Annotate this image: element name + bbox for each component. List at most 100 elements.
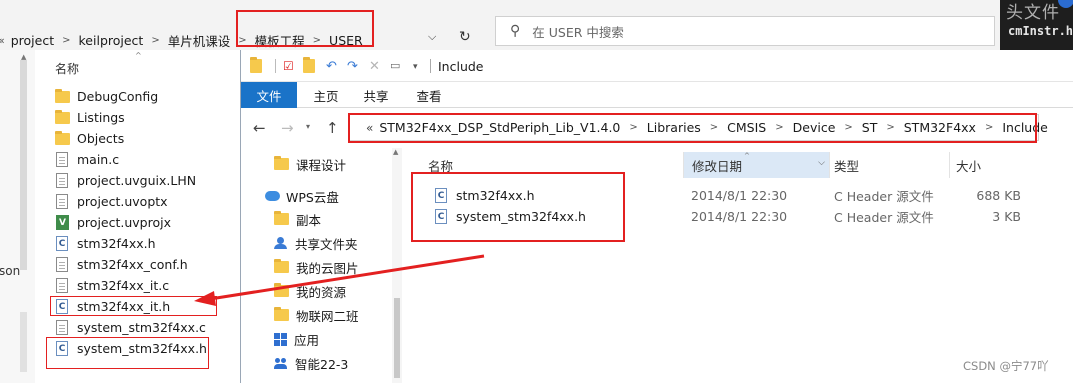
file-size: 3 KB: [992, 209, 1021, 224]
breadcrumb-item-project[interactable]: project: [11, 33, 54, 48]
document-icon: [56, 278, 68, 293]
column-header-name[interactable]: 名称: [55, 60, 79, 77]
search-icon: ⚲: [510, 23, 521, 39]
rename-icon[interactable]: ▭: [390, 59, 400, 72]
nav-item-shared-folder[interactable]: 共享文件夹: [274, 233, 358, 253]
file-date: 2014/8/1 22:30: [691, 188, 788, 203]
nav-item-label: WPS云盘: [286, 189, 339, 205]
tab-home[interactable]: 主页: [301, 82, 351, 108]
breadcrumb-item-keilproject[interactable]: keilproject: [79, 33, 144, 48]
document-icon: [56, 320, 68, 335]
scrollbar-thumb[interactable]: [394, 298, 400, 378]
nav-item-label: 副本: [296, 212, 322, 228]
document-icon: [56, 152, 68, 167]
file-name: DebugConfig: [77, 89, 159, 104]
list-item[interactable]: project.uvoptx: [55, 191, 168, 212]
nav-item-course-design[interactable]: 课程设计: [274, 154, 346, 174]
list-item[interactable]: system_stm32f4xx.c: [55, 317, 206, 338]
nav-item-label: 物联网二班: [296, 308, 359, 324]
nav-item-apps[interactable]: 应用: [274, 329, 319, 349]
redo-icon[interactable]: ↷: [347, 59, 358, 74]
tab-share[interactable]: 共享: [351, 82, 401, 108]
search-placeholder: 在 USER 中搜索: [532, 24, 624, 40]
window-title: Include: [438, 59, 484, 74]
editor-code-text: cmInstr.h: [1008, 24, 1073, 38]
up-arrow-icon[interactable]: ↑: [326, 119, 339, 137]
back-arrow-icon[interactable]: ←: [253, 119, 266, 137]
file-name: project.uvoptx: [77, 194, 168, 209]
list-item[interactable]: project.uvguix.LHN: [55, 170, 196, 191]
list-item[interactable]: Objects: [55, 128, 124, 149]
tab-view[interactable]: 查看: [404, 82, 454, 108]
list-item[interactable]: Vproject.uvprojx: [55, 212, 171, 233]
folder-icon: [274, 211, 289, 225]
nav-item-wps-cloud[interactable]: WPS云盘: [265, 186, 339, 206]
address-history-dropdown-icon[interactable]: ⌵: [428, 30, 436, 44]
customize-toolbar-icon[interactable]: ▾: [413, 62, 418, 72]
scrollbar[interactable]: [20, 60, 27, 270]
shared-folder-icon: [274, 237, 288, 249]
scroll-up-icon[interactable]: ▲: [393, 148, 398, 156]
nav-item-iot-class[interactable]: 物联网二班: [274, 305, 359, 325]
list-item[interactable]: main.c: [55, 149, 119, 170]
list-item[interactable]: stm32f4xx_conf.h: [55, 254, 188, 275]
scrollbar[interactable]: ▲: [392, 148, 402, 383]
chevron-right-icon: >: [151, 35, 160, 46]
file-name: system_stm32f4xx.c: [77, 320, 206, 335]
column-header-size[interactable]: 大小: [956, 152, 1036, 178]
folder-icon: [274, 259, 289, 273]
search-input[interactable]: ⚲ 在 USER 中搜索: [495, 16, 995, 46]
annotation-box-include-path: [348, 113, 1037, 143]
list-item[interactable]: Cstm32f4xx.h: [55, 233, 156, 254]
chevron-right-icon: >: [62, 35, 71, 46]
list-item[interactable]: DebugConfig: [55, 86, 158, 107]
file-name: project.uvprojx: [77, 215, 171, 230]
document-icon: [56, 194, 68, 209]
tab-file[interactable]: 文件: [241, 82, 297, 108]
nav-pane-clipped-text: son: [0, 264, 21, 278]
breadcrumb-item-course[interactable]: 单片机课设: [168, 31, 231, 50]
properties-icon[interactable]: ☑: [283, 59, 294, 73]
folder-icon: [274, 307, 289, 321]
background-file-list: ^ 名称 DebugConfig Listings Objects main.c…: [35, 50, 240, 383]
editor-heading-text: 头文件: [1006, 3, 1060, 23]
column-header-date[interactable]: 修改日期 ⌵ ^: [684, 152, 829, 178]
chevron-down-icon[interactable]: ⌵: [818, 158, 825, 168]
list-item[interactable]: Listings: [55, 107, 125, 128]
column-header-date-label: 修改日期: [692, 158, 743, 174]
scrollbar-lower[interactable]: [20, 312, 27, 372]
annotation-box-it-h: [50, 296, 217, 316]
file-name: Listings: [77, 110, 125, 125]
nav-item-copy[interactable]: 副本: [274, 209, 321, 229]
nav-item-cloud-pictures[interactable]: 我的云图片: [274, 257, 359, 277]
list-item[interactable]: stm32f4xx_it.c: [55, 275, 169, 296]
file-type: C Header 源文件: [834, 210, 934, 225]
folder-icon: [274, 156, 289, 170]
nav-item-label: 我的资源: [296, 284, 347, 300]
annotation-box-user-breadcrumb: [236, 10, 374, 47]
file-name: main.c: [77, 152, 120, 167]
keil-project-icon: V: [56, 215, 69, 230]
background-editor-panel: 头文件 cmInstr.h: [1000, 0, 1073, 50]
folder-icon: [250, 57, 269, 77]
group-icon: [274, 357, 288, 369]
undo-icon[interactable]: ↶: [326, 59, 337, 74]
nav-item-my-resources[interactable]: 我的资源: [274, 281, 346, 301]
refresh-icon[interactable]: ↻: [459, 29, 471, 45]
column-header-type[interactable]: 类型: [834, 152, 944, 178]
delete-icon[interactable]: ✕: [369, 59, 380, 74]
folder-icon: [55, 130, 70, 145]
folder-icon: [274, 283, 289, 297]
new-folder-icon[interactable]: [303, 57, 322, 77]
nav-item-smart-class[interactable]: 智能22-3: [274, 353, 348, 373]
forward-arrow-icon[interactable]: →: [281, 119, 294, 137]
recent-locations-icon[interactable]: ▾: [306, 122, 310, 131]
document-icon: [56, 257, 68, 272]
file-type: C Header 源文件: [834, 189, 934, 204]
nav-item-label: 课程设计: [296, 157, 347, 173]
breadcrumb-overflow-icon[interactable]: «: [0, 34, 5, 47]
column-divider: [949, 152, 950, 178]
toolbar-divider: [275, 59, 276, 73]
folder-icon: [55, 88, 70, 103]
annotation-box-header-files: [411, 172, 625, 242]
